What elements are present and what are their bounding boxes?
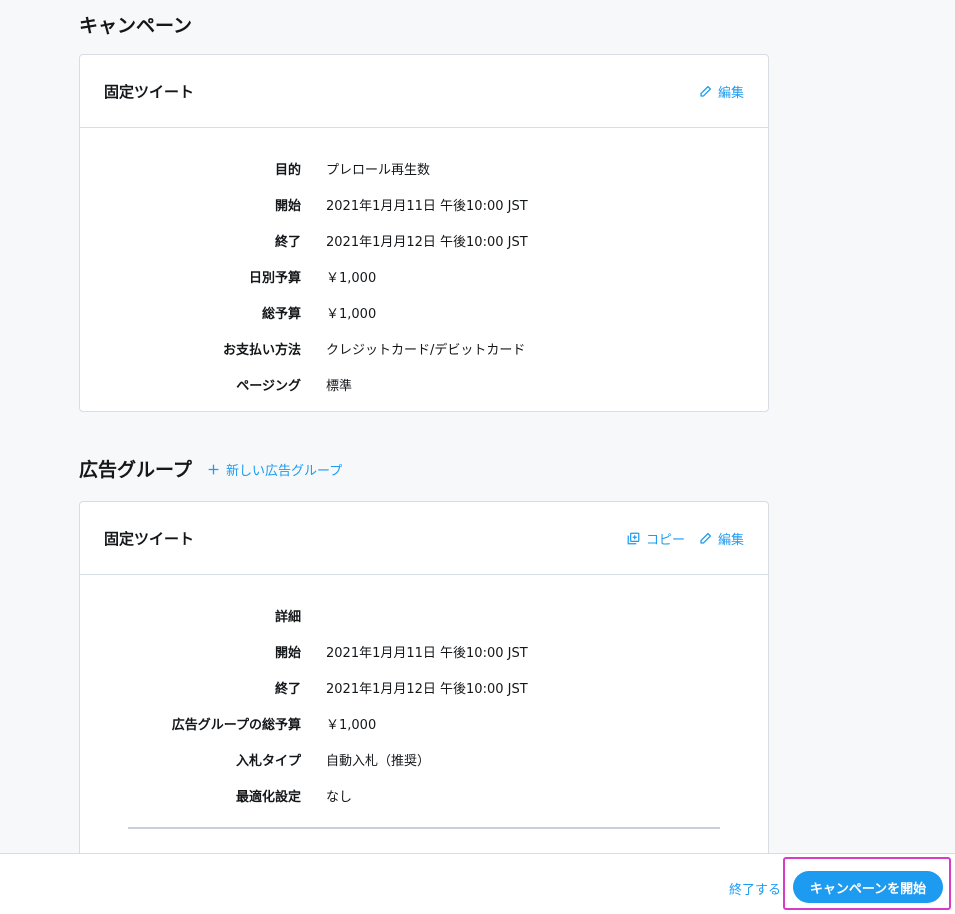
detail-label: 終了 <box>274 681 301 697</box>
detail-row: 終了 2021年1月月12日 午後10:00 JST <box>80 669 768 705</box>
detail-value: 2021年1月月12日 午後10:00 JST <box>326 681 528 697</box>
detail-value: 2021年1月月11日 午後10:00 JST <box>326 645 528 661</box>
campaign-section-title: キャンペーン <box>79 15 193 37</box>
detail-label: 詳細 <box>274 609 301 625</box>
review-content: キャンペーン 固定ツイート 編集 目的 プレロール再生数 開始 2021年1月月11… <box>0 0 955 853</box>
detail-value: 2021年1月月12日 午後10:00 JST <box>326 234 528 250</box>
detail-row: 開始 2021年1月月11日 午後10:00 JST <box>80 633 768 669</box>
detail-row: ページング 標準 <box>80 366 768 402</box>
detail-row: 目的 プレロール再生数 <box>80 150 768 186</box>
detail-label: 最適化設定 <box>235 789 301 805</box>
detail-value: ￥1,000 <box>326 717 377 733</box>
detail-row: お支払い方法 クレジットカード/デビットカード <box>80 330 768 366</box>
ad-group-card-header: 固定ツイート コピー 編集 <box>80 502 768 575</box>
detail-row: 総予算 ￥1,000 <box>80 294 768 330</box>
ad-group-card: 固定ツイート コピー 編集 詳細 開始 2021年1月月11日 午後10:00 J… <box>79 501 769 853</box>
detail-label: 入札タイプ <box>235 753 301 769</box>
detail-row: 日別予算 ￥1,000 <box>80 258 768 294</box>
detail-label: 総予算 <box>261 306 301 322</box>
campaign-card-header: 固定ツイート 編集 <box>80 55 768 128</box>
detail-value: 自動入札（推奨） <box>326 753 431 769</box>
section-divider <box>128 827 720 829</box>
end-button[interactable]: 終了する <box>729 879 781 898</box>
campaign-edit-label: 編集 <box>717 85 744 101</box>
detail-label: 目的 <box>274 162 301 178</box>
detail-label: 開始 <box>274 198 301 214</box>
detail-row: 最適化設定 なし <box>80 777 768 813</box>
start-campaign-button[interactable]: キャンペーンを開始 <box>793 871 943 903</box>
ad-group-details: 詳細 開始 2021年1月月11日 午後10:00 JST 終了 2021年1月月1… <box>80 575 768 813</box>
detail-value: クレジットカード/デビットカード <box>326 342 526 358</box>
campaign-edit-button[interactable]: 編集 <box>699 82 744 101</box>
detail-value: プレロール再生数 <box>326 162 431 178</box>
plus-icon <box>208 464 219 475</box>
detail-value: 標準 <box>326 378 353 394</box>
detail-row: 詳細 <box>80 597 768 633</box>
campaign-details: 目的 プレロール再生数 開始 2021年1月月11日 午後10:00 JST 終了 2… <box>80 128 768 402</box>
detail-label: 広告グループの総予算 <box>171 717 301 733</box>
detail-label: ページング <box>236 378 301 394</box>
detail-value: 2021年1月月11日 午後10:00 JST <box>326 198 528 214</box>
detail-value: ￥1,000 <box>326 306 377 322</box>
detail-label: 終了 <box>274 234 301 250</box>
ad-group-section-title: 広告グループ <box>79 459 192 481</box>
copy-icon <box>627 532 640 544</box>
ad-group-copy-button[interactable]: コピー <box>627 529 685 548</box>
detail-row: 広告グループの総予算 ￥1,000 <box>80 705 768 741</box>
detail-label: お支払い方法 <box>222 342 301 358</box>
new-ad-group-label: 新しい広告グループ <box>226 464 343 479</box>
action-footer: 終了する キャンペーンを開始 <box>0 853 955 914</box>
ad-group-copy-label: コピー <box>645 532 685 548</box>
pencil-icon <box>700 532 712 544</box>
detail-value: なし <box>326 789 353 805</box>
detail-value: ￥1,000 <box>326 270 377 286</box>
new-ad-group-button[interactable]: 新しい広告グループ <box>207 460 342 479</box>
campaign-card: 固定ツイート 編集 目的 プレロール再生数 開始 2021年1月月11日 午後10:… <box>79 54 769 412</box>
highlight-box: キャンペーンを開始 <box>783 857 951 910</box>
ad-group-card-title: 固定ツイート <box>104 529 195 548</box>
detail-label: 開始 <box>274 645 301 661</box>
detail-row: 入札タイプ 自動入札（推奨） <box>80 741 768 777</box>
campaign-card-title: 固定ツイート <box>104 82 195 101</box>
detail-row: 終了 2021年1月月12日 午後10:00 JST <box>80 222 768 258</box>
pencil-icon <box>700 85 712 97</box>
detail-label: 日別予算 <box>248 270 301 286</box>
ad-group-edit-label: 編集 <box>717 532 744 548</box>
detail-row: 開始 2021年1月月11日 午後10:00 JST <box>80 186 768 222</box>
ad-group-edit-button[interactable]: 編集 <box>699 529 744 548</box>
